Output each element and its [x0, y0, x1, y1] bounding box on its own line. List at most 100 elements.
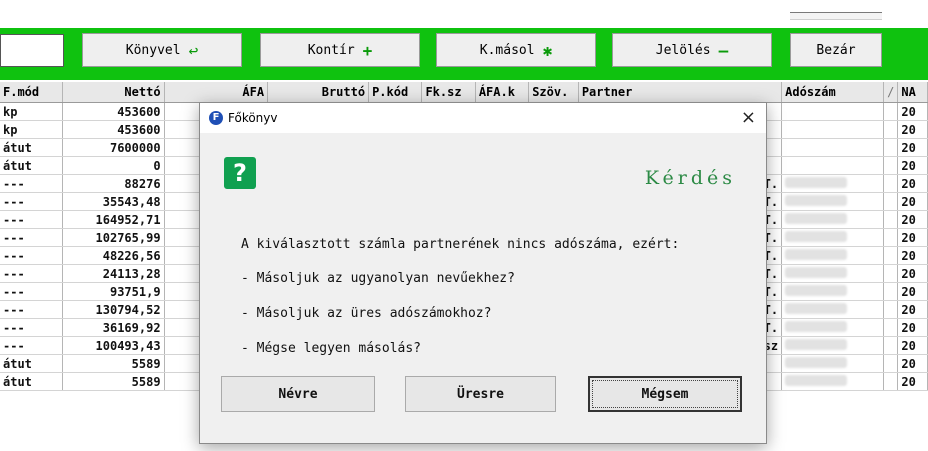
cell-adoszam	[781, 264, 885, 283]
cell-adoszam	[781, 372, 885, 391]
redacted-tax-id	[785, 302, 848, 314]
sort-indicator: /	[883, 82, 899, 103]
konyvel-label: Könyvel	[125, 42, 181, 58]
redacted-tax-id	[785, 374, 848, 386]
bezar-button[interactable]: Bezár	[790, 33, 882, 67]
dialog-title: Főkönyv	[228, 111, 278, 125]
cell-adoszam	[781, 156, 885, 175]
megsem-button[interactable]: Mégsem	[588, 376, 742, 412]
close-icon[interactable]: ×	[741, 107, 756, 128]
top-strip	[0, 0, 928, 28]
cell-na: 20	[897, 336, 928, 355]
cell-fmod: átut	[0, 156, 64, 175]
cell-fmod: ---	[0, 246, 64, 265]
cell-adoszam	[781, 174, 885, 193]
cell-na: 20	[897, 318, 928, 337]
cell-adoszam	[781, 210, 885, 229]
redacted-tax-id	[785, 212, 848, 224]
cell-netto: 88276	[62, 174, 165, 193]
cell-fmod: kp	[0, 102, 64, 121]
cell-netto: 100493,43	[62, 336, 165, 355]
cell-sort	[883, 372, 899, 391]
cell-netto: 5589	[62, 372, 165, 391]
col-adoszam[interactable]: Adószám	[781, 82, 885, 103]
kontir-button[interactable]: Kontír +	[260, 33, 420, 67]
cell-sort	[883, 318, 899, 337]
asterisk-icon: ✱	[542, 40, 553, 60]
cell-na: 20	[897, 192, 928, 211]
cell-na: 20	[897, 264, 928, 283]
col-brutto[interactable]: Bruttó	[267, 82, 370, 103]
kontir-label: Kontír	[307, 42, 355, 58]
cell-fmod: ---	[0, 300, 64, 319]
col-afa[interactable]: ÁFA	[164, 82, 269, 103]
cell-sort	[883, 282, 899, 301]
cell-sort	[883, 354, 899, 373]
cell-sort	[883, 192, 899, 211]
kmasol-label: K.másol	[479, 42, 535, 58]
return-icon: ↩	[188, 40, 199, 60]
cell-netto: 48226,56	[62, 246, 165, 265]
cell-na: 20	[897, 120, 928, 139]
dialog-titlebar: F Főkönyv ×	[200, 103, 766, 133]
cell-netto: 35543,48	[62, 192, 165, 211]
cell-sort	[883, 102, 899, 121]
cell-sort	[883, 138, 899, 157]
col-netto[interactable]: Nettó	[62, 82, 165, 103]
cell-sort	[883, 120, 899, 139]
jeloles-button[interactable]: Jelölés —	[612, 33, 772, 67]
redacted-tax-id	[785, 356, 848, 368]
cell-na: 20	[897, 372, 928, 391]
cell-na: 20	[897, 156, 928, 175]
redacted-tax-id	[785, 230, 848, 242]
uresre-button[interactable]: Üresre	[405, 376, 556, 412]
toolbar-input[interactable]	[0, 34, 64, 67]
fokonyv-dialog: F Főkönyv × ? Kérdés A kiválasztott szám…	[199, 102, 767, 444]
plus-icon: +	[362, 40, 373, 60]
dialog-heading: Kérdés	[644, 167, 736, 189]
cell-fmod: ---	[0, 192, 64, 211]
app-logo-icon: F	[209, 111, 223, 125]
cell-adoszam	[781, 318, 885, 337]
cell-sort	[883, 156, 899, 175]
cell-netto: 453600	[62, 102, 165, 121]
cell-netto: 5589	[62, 354, 165, 373]
cell-sort	[883, 228, 899, 247]
col-pkod[interactable]: P.kód	[368, 82, 423, 103]
redacted-tax-id	[785, 194, 848, 206]
cell-adoszam	[781, 300, 885, 319]
col-szov[interactable]: Szöv.	[528, 82, 579, 103]
cell-netto: 0	[62, 156, 165, 175]
konyvel-button[interactable]: Könyvel ↩	[82, 33, 242, 67]
nevre-button[interactable]: Névre	[221, 376, 375, 412]
cell-netto: 164952,71	[62, 210, 165, 229]
redacted-tax-id	[785, 320, 848, 332]
cell-fmod: ---	[0, 318, 64, 337]
cell-sort	[883, 264, 899, 283]
kmasol-button[interactable]: K.másol ✱	[436, 33, 596, 67]
col-fmod[interactable]: F.mód	[0, 82, 64, 103]
cell-sort	[883, 336, 899, 355]
message-line-4: - Mégse legyen másolás?	[241, 341, 422, 356]
cell-netto: 7600000	[62, 138, 165, 157]
redacted-tax-id	[785, 284, 848, 296]
redacted-tax-id	[785, 338, 848, 350]
cell-na: 20	[897, 138, 928, 157]
cell-adoszam	[781, 120, 885, 139]
cell-na: 20	[897, 102, 928, 121]
cell-netto: 453600	[62, 120, 165, 139]
cell-na: 20	[897, 228, 928, 247]
cell-netto: 102765,99	[62, 228, 165, 247]
col-na[interactable]: NA	[897, 82, 928, 103]
cell-fmod: ---	[0, 336, 64, 355]
cell-na: 20	[897, 210, 928, 229]
col-afak[interactable]: ÁFA.k	[475, 82, 530, 103]
cell-netto: 93751,9	[62, 282, 165, 301]
cell-fmod: ---	[0, 228, 64, 247]
bezar-label: Bezár	[816, 42, 856, 58]
cell-adoszam	[781, 282, 885, 301]
cell-adoszam	[781, 336, 885, 355]
col-partner[interactable]: Partner	[578, 82, 783, 103]
col-fksz[interactable]: Fk.sz	[421, 82, 476, 103]
top-control-edge	[790, 12, 882, 20]
